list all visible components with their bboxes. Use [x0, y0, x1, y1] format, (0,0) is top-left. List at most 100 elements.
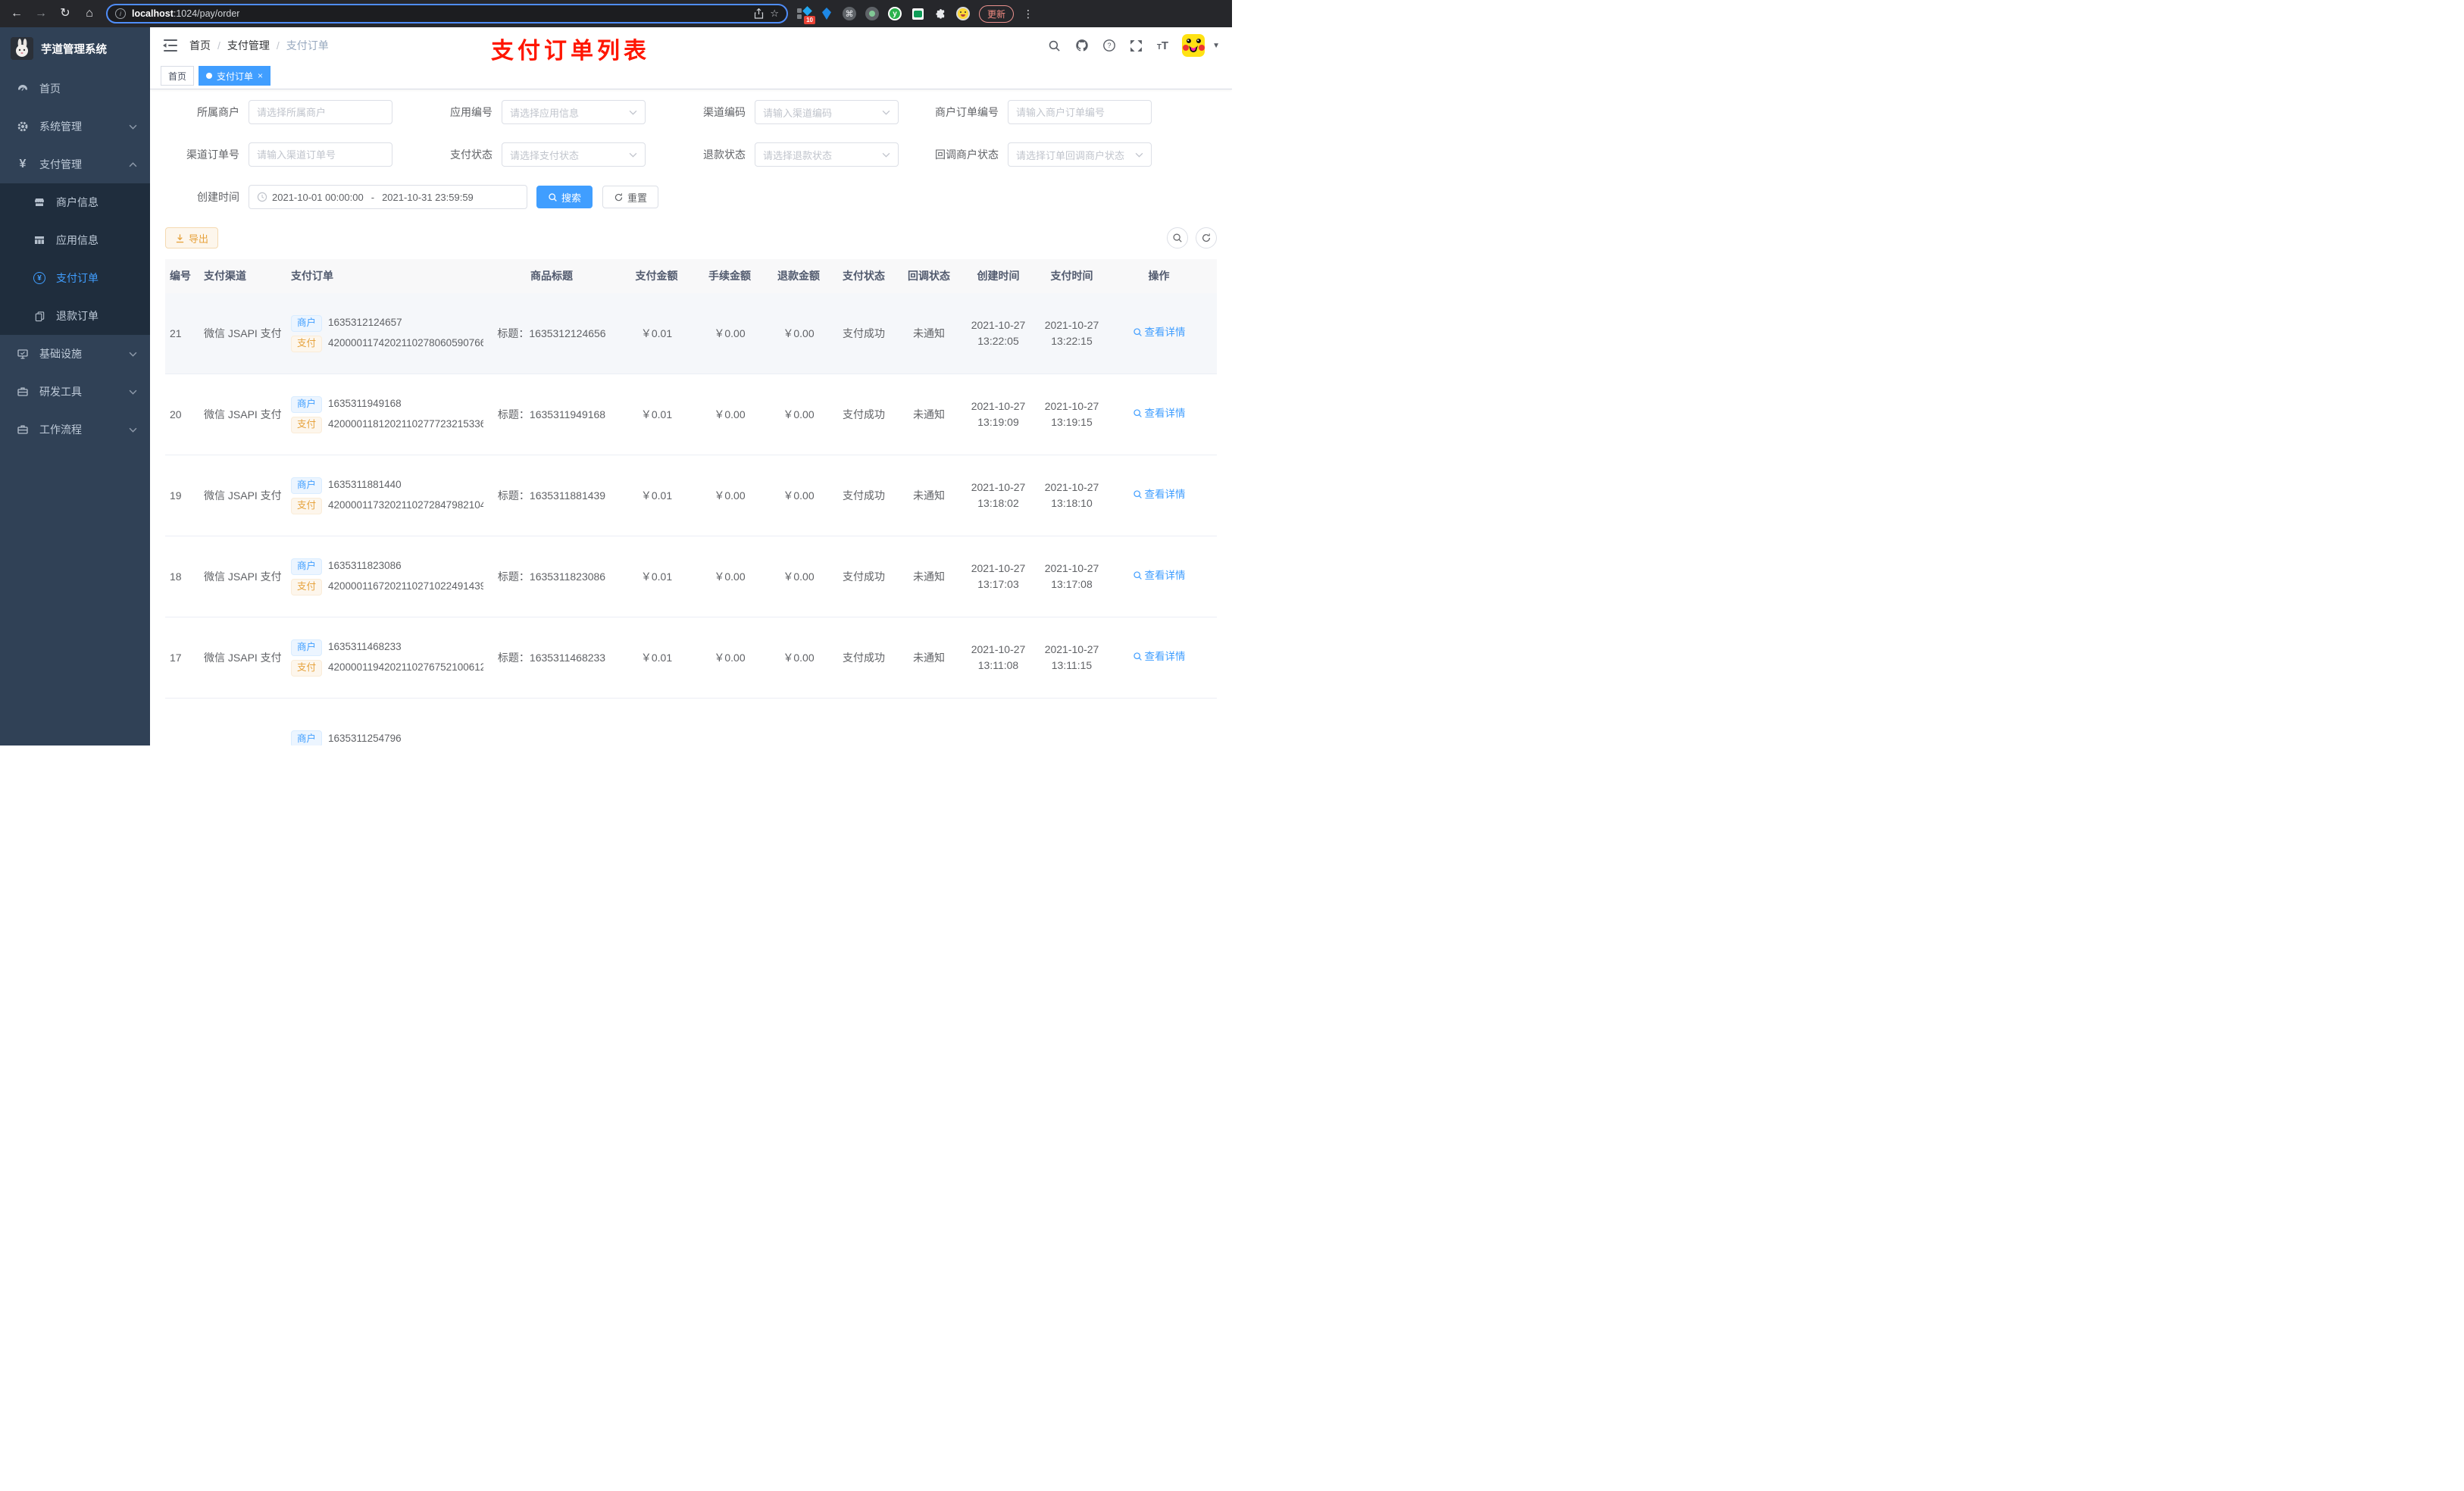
avatar[interactable]	[1182, 34, 1205, 57]
extension-chat-icon[interactable]	[911, 7, 924, 20]
table-row: 19 微信 JSAPI 支付 商户 1635311881440 支付 4200001…	[165, 455, 1217, 536]
app-title: 芋道管理系统	[41, 43, 107, 56]
search-button[interactable]: 搜索	[536, 186, 593, 208]
tab-home[interactable]: 首页	[161, 66, 195, 86]
share-icon[interactable]	[754, 8, 764, 19]
ext-square	[797, 8, 802, 13]
url-bar[interactable]: i localhost:1024/pay/order ☆	[106, 4, 788, 23]
ext-square	[797, 14, 802, 19]
gear-icon	[17, 120, 29, 133]
sidebar-item-home[interactable]: 首页	[0, 70, 150, 108]
help-icon[interactable]: ?	[1102, 39, 1116, 52]
refund-status-select[interactable]: 请选择退款状态	[755, 142, 899, 167]
sidebar-item-workflow[interactable]: 工作流程	[0, 411, 150, 449]
grid-icon	[33, 234, 45, 246]
channel-order-no-input[interactable]	[249, 142, 392, 167]
extension-command-icon[interactable]: ⌘	[843, 7, 856, 20]
pay-tag: 支付	[291, 335, 323, 352]
view-detail-link[interactable]: 查看详情	[1133, 325, 1186, 340]
extension-y-icon[interactable]: y	[888, 7, 902, 20]
sidebar-item-pay-order[interactable]: ¥ 支付订单	[0, 259, 150, 297]
filter-channel-order-no: 渠道订单号	[165, 142, 394, 167]
browser-reload-icon[interactable]: ↻	[58, 8, 73, 20]
url-text: localhost:1024/pay/order	[132, 8, 240, 19]
merchant-tag: 商户	[291, 639, 323, 656]
dashboard-icon	[17, 83, 29, 95]
profile-emoji-icon[interactable]	[956, 7, 970, 20]
extension-kite-icon[interactable]	[820, 7, 833, 20]
notify-status-select[interactable]: 请选择订单回调商户状态	[1008, 142, 1152, 167]
chevron-down-icon	[129, 427, 138, 433]
toolbox-icon	[17, 424, 29, 436]
navbar-actions: ? TT ▼	[1048, 34, 1220, 57]
filter-row-2: 渠道订单号 支付状态 请选择支付状态 退款状态 请选择退款状态	[165, 142, 1217, 167]
main-area: 首页 / 支付管理 / 支付订单 支付订单列表 ? TT ▼ 首页 支付订单 ×…	[150, 27, 1232, 746]
filter-notify-status: 回调商户状态 请选择订单回调商户状态	[924, 142, 1153, 167]
table-search-toggle-icon[interactable]	[1167, 227, 1188, 248]
table-header-row: 编号 支付渠道 支付订单 商品标题 支付金额 手续金额 退款金额 支付状态 回调…	[165, 259, 1217, 293]
create-time-range-picker[interactable]: 2021-10-01 00:00:00 - 2021-10-31 23:59:5…	[249, 185, 527, 209]
export-button[interactable]: 导出	[165, 227, 219, 248]
sidebar-item-merchant-info[interactable]: 商户信息	[0, 183, 150, 221]
browser-menu-icon[interactable]: ⋮	[1023, 8, 1033, 20]
tab-pay-order[interactable]: 支付订单 ×	[199, 66, 271, 86]
merchant-tag: 商户	[291, 395, 323, 413]
github-icon[interactable]	[1075, 39, 1089, 52]
breadcrumb-payment[interactable]: 支付管理	[227, 38, 270, 53]
extension-record-icon[interactable]	[865, 7, 879, 20]
active-tab-dot	[206, 73, 213, 79]
extension-diamond-icon[interactable]: 10	[797, 6, 815, 24]
filter-channel-code: 渠道编码 请输入渠道编码	[671, 100, 900, 124]
sidebar-item-app-info[interactable]: 应用信息	[0, 221, 150, 259]
pay-tag: 支付	[291, 578, 323, 595]
pay-tag: 支付	[291, 497, 323, 514]
pay-tag: 支付	[291, 659, 323, 677]
filter-merchant-order-no: 商户订单编号	[924, 100, 1153, 124]
sidebar-item-dev-tools[interactable]: 研发工具	[0, 373, 150, 411]
fullscreen-icon[interactable]	[1130, 39, 1143, 52]
bookmark-star-icon[interactable]: ☆	[770, 8, 779, 20]
chevron-down-icon	[1135, 152, 1143, 158]
date-end: 2021-10-31 23:59:59	[382, 191, 474, 203]
browser-forward-icon[interactable]: →	[33, 8, 48, 20]
browser-back-icon[interactable]: ←	[9, 8, 24, 20]
view-detail-link[interactable]: 查看详情	[1133, 568, 1186, 583]
tab-close-icon[interactable]: ×	[258, 70, 263, 81]
view-detail-link[interactable]: 查看详情	[1133, 649, 1186, 664]
breadcrumb-home[interactable]: 首页	[189, 38, 211, 53]
payment-submenu: 商户信息 应用信息 ¥ 支付订单 退款订单	[0, 183, 150, 335]
table-toolbar: 导出	[165, 227, 1217, 248]
sidebar-item-payment[interactable]: ¥ 支付管理	[0, 145, 150, 183]
search-icon[interactable]	[1048, 39, 1062, 52]
tabs-bar: 首页 支付订单 ×	[150, 64, 1232, 89]
app-logo[interactable]: 芋道管理系统	[0, 27, 150, 70]
site-info-icon[interactable]: i	[115, 8, 126, 19]
extensions-puzzle-icon[interactable]	[933, 7, 947, 20]
table-refresh-icon[interactable]	[1196, 227, 1217, 248]
font-size-icon[interactable]: TT	[1157, 39, 1168, 52]
sidebar-item-refund-order[interactable]: 退款订单	[0, 297, 150, 335]
sidebar-fold-icon[interactable]	[162, 39, 177, 52]
merchant-input[interactable]	[249, 100, 392, 124]
sidebar-item-system[interactable]: 系统管理	[0, 108, 150, 145]
reset-button[interactable]: 重置	[602, 186, 659, 208]
chevron-down-icon	[129, 352, 138, 357]
svg-text:?: ?	[1107, 42, 1111, 49]
merchant-order-no-input[interactable]	[1008, 100, 1152, 124]
extensions-row: 10 ⌘ y	[797, 6, 970, 24]
logo-rabbit-image	[11, 37, 33, 60]
pay-status-select[interactable]: 请选择支付状态	[502, 142, 646, 167]
page-title-annotation: 支付订单列表	[491, 39, 650, 64]
merchant-tag: 商户	[291, 314, 323, 332]
browser-update-button[interactable]: 更新	[979, 5, 1015, 23]
view-detail-link[interactable]: 查看详情	[1133, 406, 1186, 421]
filter-merchant: 所属商户	[165, 100, 394, 124]
channel-code-select[interactable]: 请输入渠道编码	[755, 100, 899, 124]
browser-home-icon[interactable]: ⌂	[82, 8, 97, 20]
sidebar-item-infrastructure[interactable]: 基础设施	[0, 335, 150, 373]
document-icon	[33, 310, 45, 322]
chevron-down-icon	[629, 152, 637, 158]
view-detail-link[interactable]: 查看详情	[1133, 487, 1186, 502]
app-id-select[interactable]: 请选择应用信息	[502, 100, 646, 124]
avatar-caret-icon[interactable]: ▼	[1212, 42, 1220, 50]
